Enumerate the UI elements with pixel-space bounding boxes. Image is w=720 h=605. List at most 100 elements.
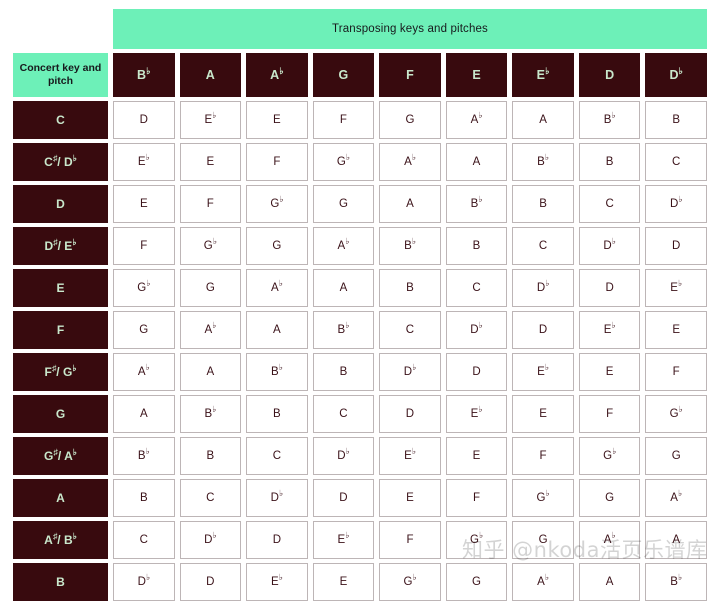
table-cell: C bbox=[246, 437, 308, 475]
table-row: A♯/ B♭ C D♭ D E♭ F G♭ G A♭ A bbox=[13, 521, 707, 559]
table-cell: A bbox=[113, 395, 175, 433]
table-cell: E♭ bbox=[379, 437, 441, 475]
table-cell: D♭ bbox=[578, 227, 641, 265]
table-cell: B bbox=[246, 395, 308, 433]
table-cell: B bbox=[113, 479, 175, 517]
table-cell: D bbox=[645, 227, 707, 265]
row-header: B bbox=[13, 563, 108, 601]
table-cell: D♭ bbox=[113, 563, 175, 601]
table-cell: G bbox=[113, 311, 175, 349]
table-cell: C bbox=[113, 521, 175, 559]
row-header: C♯/ D♭ bbox=[13, 143, 108, 181]
table-row: F G A♭ A B♭ C D♭ D E♭ E bbox=[13, 311, 707, 349]
table-cell: A♭ bbox=[113, 353, 175, 391]
table-cell: B bbox=[445, 227, 508, 265]
transposition-chart: Transposing keys and pitches Concert key… bbox=[0, 0, 720, 601]
table-cell: E♭ bbox=[246, 563, 308, 601]
table-cell: A bbox=[179, 353, 242, 391]
table-cell: A♭ bbox=[578, 521, 641, 559]
table-cell: D♭ bbox=[379, 353, 441, 391]
table-cell: B bbox=[578, 143, 641, 181]
table-row: C D E♭ E F G A♭ A B♭ B bbox=[13, 101, 707, 139]
table-cell: B♭ bbox=[113, 437, 175, 475]
table-cell: B bbox=[379, 269, 441, 307]
table-cell: E bbox=[578, 353, 641, 391]
table-cell: D♭ bbox=[246, 479, 308, 517]
transposition-table: Transposing keys and pitches Concert key… bbox=[8, 5, 712, 605]
table-cell: B bbox=[312, 353, 375, 391]
table-cell: A♭ bbox=[512, 563, 574, 601]
table-cell: G♭ bbox=[113, 269, 175, 307]
table-cell: D bbox=[379, 395, 441, 433]
table-cell: B♭ bbox=[578, 101, 641, 139]
table-cell: C bbox=[645, 143, 707, 181]
column-header: D bbox=[578, 53, 641, 97]
table-row: D♯/ E♭ F G♭ G A♭ B♭ B C D♭ D bbox=[13, 227, 707, 265]
table-cell: G bbox=[645, 437, 707, 475]
table-cell: F bbox=[645, 353, 707, 391]
column-header: B♭ bbox=[113, 53, 175, 97]
table-cell: B♭ bbox=[179, 395, 242, 433]
table-cell: E bbox=[113, 185, 175, 223]
table-cell: A♭ bbox=[246, 269, 308, 307]
table-cell: A bbox=[312, 269, 375, 307]
table-cell: C bbox=[379, 311, 441, 349]
table-row: D E F G♭ G A B♭ B C D♭ bbox=[13, 185, 707, 223]
column-header: E♭ bbox=[512, 53, 574, 97]
table-cell: G bbox=[578, 479, 641, 517]
table-cell: B♭ bbox=[645, 563, 707, 601]
table-cell: D bbox=[246, 521, 308, 559]
table-row: E G♭ G A♭ A B C D♭ D E♭ bbox=[13, 269, 707, 307]
table-cell: G♭ bbox=[379, 563, 441, 601]
table-cell: G bbox=[379, 101, 441, 139]
table-cell: A bbox=[379, 185, 441, 223]
table-cell: A bbox=[512, 101, 574, 139]
table-cell: E♭ bbox=[312, 521, 375, 559]
table-cell: G♭ bbox=[445, 521, 508, 559]
column-header: F bbox=[379, 53, 441, 97]
row-header: A bbox=[13, 479, 108, 517]
table-cell: G bbox=[246, 227, 308, 265]
table-cell: D♭ bbox=[312, 437, 375, 475]
table-cell: E♭ bbox=[578, 311, 641, 349]
table-cell: F bbox=[246, 143, 308, 181]
column-header: G bbox=[312, 53, 375, 97]
table-cell: E bbox=[645, 311, 707, 349]
table-cell: G♭ bbox=[246, 185, 308, 223]
row-header: E bbox=[13, 269, 108, 307]
row-header: A♯/ B♭ bbox=[13, 521, 108, 559]
row-header: G♯/ A♭ bbox=[13, 437, 108, 475]
table-cell: D bbox=[578, 269, 641, 307]
chart-title-banner: Transposing keys and pitches bbox=[113, 9, 707, 49]
table-row: B D♭ D E♭ E G♭ G A♭ A B♭ bbox=[13, 563, 707, 601]
column-header-row: Concert key and pitch B♭ A A♭ G F E E♭ D D♭ bbox=[13, 53, 707, 97]
table-cell: G bbox=[312, 185, 375, 223]
table-cell: F bbox=[512, 437, 574, 475]
table-cell: G♭ bbox=[512, 479, 574, 517]
table-cell: G bbox=[179, 269, 242, 307]
table-cell: B bbox=[179, 437, 242, 475]
table-row: G A B♭ B C D E♭ E F G♭ bbox=[13, 395, 707, 433]
table-cell: B bbox=[645, 101, 707, 139]
table-cell: G♭ bbox=[578, 437, 641, 475]
table-cell: A♭ bbox=[445, 101, 508, 139]
concert-key-label: Concert key and pitch bbox=[13, 53, 108, 97]
table-cell: B♭ bbox=[312, 311, 375, 349]
table-cell: D♭ bbox=[512, 269, 574, 307]
row-header: F bbox=[13, 311, 108, 349]
table-cell: A bbox=[246, 311, 308, 349]
table-cell: B♭ bbox=[379, 227, 441, 265]
table-cell: C bbox=[512, 227, 574, 265]
row-header: G bbox=[13, 395, 108, 433]
table-cell: A♭ bbox=[379, 143, 441, 181]
table-cell: F bbox=[312, 101, 375, 139]
table-cell: D bbox=[312, 479, 375, 517]
table-body: Transposing keys and pitches Concert key… bbox=[13, 9, 707, 601]
table-cell: E♭ bbox=[645, 269, 707, 307]
corner-spacer bbox=[13, 9, 108, 49]
table-cell: F bbox=[578, 395, 641, 433]
column-header: A bbox=[179, 53, 242, 97]
table-cell: C bbox=[445, 269, 508, 307]
row-header: D♯/ E♭ bbox=[13, 227, 108, 265]
table-cell: G♭ bbox=[645, 395, 707, 433]
